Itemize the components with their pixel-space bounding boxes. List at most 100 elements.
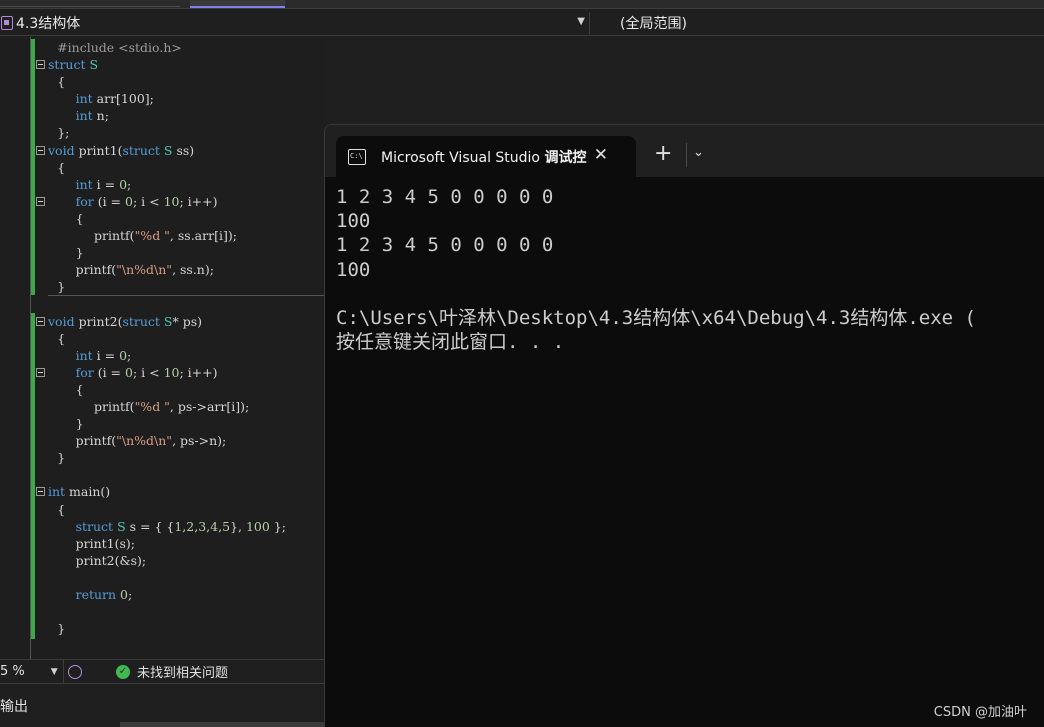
code-line[interactable] [36,603,324,620]
code-line[interactable]: void print2(struct S* ps) [36,313,324,330]
terminal-tab[interactable]: C:\ Microsoft Visual Studio 调试控 ✕ [336,136,636,177]
code-token: printf( [75,262,117,278]
code-line[interactable]: } [36,244,324,261]
code-token: 5 [222,518,231,534]
collapse-icon[interactable] [36,60,45,70]
code-token: struct [122,313,164,329]
document-tab-active[interactable] [190,0,285,8]
code-line[interactable]: { [36,210,324,227]
chevron-down-icon: ▼ [50,666,58,677]
code-token: "%d " [134,398,170,414]
code-line[interactable]: int i = 0; [36,347,324,364]
code-line[interactable] [36,295,324,312]
code-line[interactable]: print2(&s); [36,552,324,569]
code-token: print2(&s); [75,552,147,568]
code-text: } [76,415,84,432]
code-line[interactable]: struct S [36,56,324,73]
code-token: } [57,621,66,637]
code-text: } [57,620,65,637]
code-token: 0 [119,176,128,192]
code-token: int [75,176,97,192]
code-line[interactable]: }; [36,124,324,141]
code-line[interactable]: return 0; [36,586,324,603]
code-line[interactable]: for (i = 0; i < 10; i++) [36,364,324,381]
code-text: struct S s = { {1,2,3,4,5}, 100 }; [76,518,286,535]
code-line[interactable]: { [36,381,324,398]
scope-dropdown[interactable]: (全局范围) [596,12,1044,34]
document-tab-inactive[interactable] [0,0,180,7]
code-line[interactable]: } [36,620,324,637]
code-text: { [57,330,65,347]
code-line[interactable] [36,569,324,586]
code-text-area[interactable]: #include <stdio.h> struct S{int arr[100];… [36,39,324,637]
chevron-down-icon[interactable]: ⌄ [693,145,704,160]
scope-label: (全局范围) [620,16,687,32]
code-line[interactable]: print1(s); [36,535,324,552]
code-token: { [57,74,66,90]
collapse-icon[interactable] [36,367,45,377]
zoom-dropdown[interactable]: 5 % ▼ [0,660,64,683]
issues-status[interactable]: 未找到相关问题 [137,662,228,681]
code-token: ; i++) [179,364,218,380]
code-line[interactable]: int main() [36,483,324,500]
collapse-icon[interactable] [36,196,45,206]
code-token: 0 [120,587,128,602]
code-token: * ps) [172,313,203,329]
code-text: { [57,159,65,176]
code-line[interactable]: int n; [36,107,324,124]
code-token: i = [96,347,120,363]
new-tab-icon[interactable]: + [654,143,672,165]
collapse-icon[interactable] [36,487,45,497]
code-text: print2(&s); [76,552,147,569]
code-token: ss) [176,142,195,158]
code-line[interactable]: { [36,73,324,90]
code-line[interactable]: struct S s = { {1,2,3,4,5}, 100 }; [36,518,324,535]
code-line[interactable]: } [36,449,324,466]
code-line[interactable]: void print1(struct S ss) [36,142,324,159]
file-project-dropdown[interactable]: 4.3结构体 ▼ [0,12,590,34]
close-icon[interactable]: ✕ [594,146,608,164]
code-text: #include <stdio.h> [57,39,182,56]
code-line[interactable]: } [36,278,324,295]
zoom-value: 5 % [0,664,25,679]
code-token: for [75,364,98,380]
code-line[interactable]: } [36,415,324,432]
terminal-line: 1 2 3 4 5 0 0 0 0 0 [336,234,554,257]
code-token: return [75,587,121,602]
indicator-margin [0,37,18,659]
code-token: int [75,91,97,107]
code-text: }; [57,124,69,141]
code-line[interactable]: for (i = 0; i < 10; i++) [36,193,324,210]
code-token: 0 [119,347,128,363]
code-token: 100 [245,518,270,534]
code-line[interactable]: { [36,330,324,347]
collapse-icon[interactable] [36,145,45,155]
code-line[interactable]: { [36,159,324,176]
output-panel-title: 输出 [0,699,28,715]
code-line[interactable]: int i = 0; [36,176,324,193]
code-text: { [57,501,65,518]
code-token: int [75,347,97,363]
watermark: CSDN @加油叶 [933,705,1027,720]
code-line[interactable]: int arr[100]; [36,90,324,107]
code-line[interactable]: { [36,501,324,518]
output-scrollbar[interactable] [120,722,324,727]
check-circle-icon: ✓ [116,664,130,679]
code-line[interactable]: printf("\n%d\n", ps->n); [36,432,324,449]
code-line[interactable]: printf("%d ", ps->arr[i]); [36,398,324,415]
code-line[interactable] [36,466,324,483]
code-line[interactable]: printf("%d ", ss.arr[i]); [36,227,324,244]
code-text: } [57,449,65,466]
code-line[interactable]: #include <stdio.h> [36,39,324,56]
collapse-icon[interactable] [36,316,45,326]
code-text: struct S [48,56,98,73]
code-line[interactable]: printf("\n%d\n", ss.n); [36,261,324,278]
intellisense-icon[interactable] [68,664,82,679]
code-token: } [57,279,66,295]
code-editor[interactable]: #include <stdio.h> struct S{int arr[100];… [0,37,324,659]
code-text: int i = 0; [76,347,132,364]
code-token: ; [128,587,133,602]
terminal-output[interactable]: 1 2 3 4 5 0 0 0 0 0 100 1 2 3 4 5 0 0 0 0 … [336,185,1044,354]
code-token: } [75,416,84,432]
code-token: S [89,57,99,73]
